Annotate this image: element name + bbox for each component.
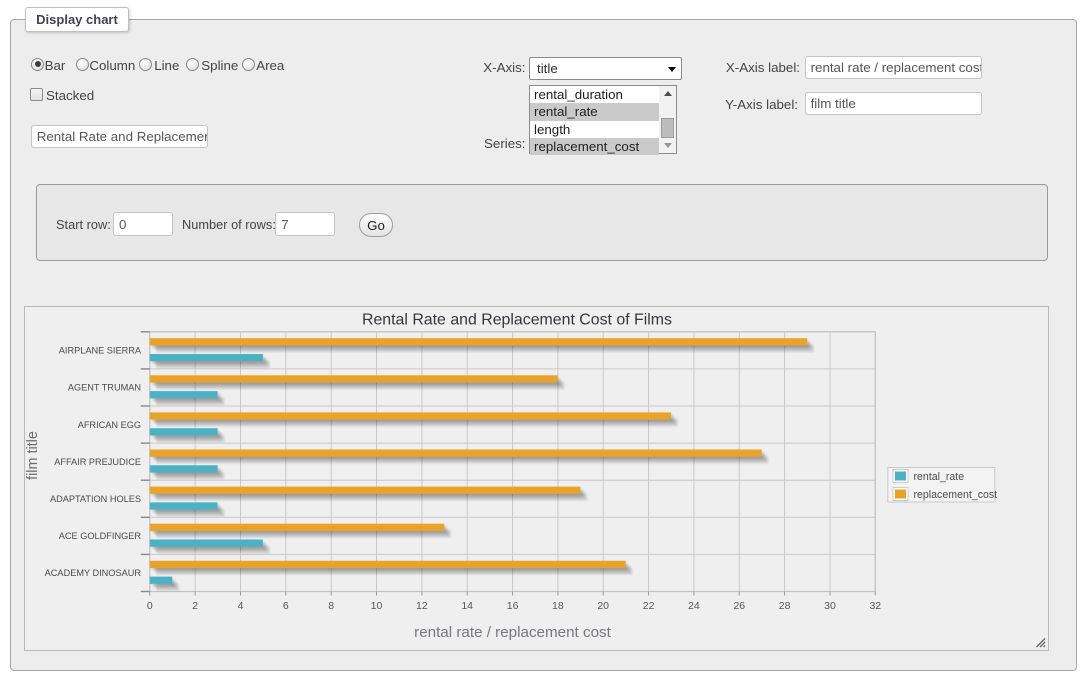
svg-text:22: 22 — [643, 600, 655, 612]
svg-text:ADAPTATION HOLES: ADAPTATION HOLES — [50, 494, 141, 504]
svg-text:14: 14 — [461, 600, 473, 612]
svg-text:20: 20 — [597, 600, 609, 612]
svg-text:AIRPLANE SIERRA: AIRPLANE SIERRA — [59, 345, 142, 355]
svg-text:26: 26 — [733, 600, 745, 612]
svg-text:film title: film title — [25, 431, 41, 480]
svg-text:30: 30 — [824, 600, 836, 612]
svg-text:AFRICAN EGG: AFRICAN EGG — [78, 419, 141, 429]
svg-text:replacement_cost: replacement_cost — [914, 489, 998, 501]
svg-text:18: 18 — [552, 600, 564, 612]
svg-text:4: 4 — [238, 600, 244, 612]
svg-text:28: 28 — [779, 600, 791, 612]
svg-text:rental_rate: rental_rate — [914, 471, 965, 483]
svg-text:24: 24 — [688, 600, 700, 612]
svg-text:Rental Rate and Replacement Co: Rental Rate and Replacement Cost of Film… — [362, 311, 672, 328]
svg-text:32: 32 — [869, 600, 881, 612]
svg-text:10: 10 — [371, 600, 383, 612]
svg-text:ACE GOLDFINGER: ACE GOLDFINGER — [59, 531, 142, 541]
svg-text:6: 6 — [283, 600, 289, 612]
svg-text:AFFAIR PREJUDICE: AFFAIR PREJUDICE — [54, 456, 141, 466]
svg-text:12: 12 — [416, 600, 428, 612]
svg-text:AGENT TRUMAN: AGENT TRUMAN — [68, 382, 141, 392]
svg-text:0: 0 — [147, 600, 153, 612]
svg-text:rental rate / replacement cost: rental rate / replacement cost — [414, 624, 611, 641]
svg-text:16: 16 — [507, 600, 519, 612]
svg-text:ACADEMY DINOSAUR: ACADEMY DINOSAUR — [45, 568, 142, 578]
svg-text:2: 2 — [192, 600, 198, 612]
svg-text:8: 8 — [328, 600, 334, 612]
